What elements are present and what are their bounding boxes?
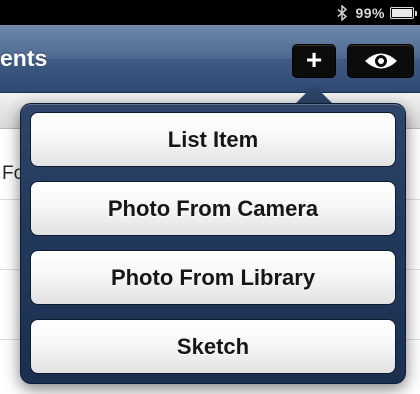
status-bar: 99% <box>0 0 420 25</box>
popover-arrow <box>296 85 332 103</box>
sketch-button[interactable]: Sketch <box>30 319 396 374</box>
nav-title: ents <box>0 45 48 71</box>
eye-icon <box>364 53 397 69</box>
battery-percentage: 99% <box>355 4 385 21</box>
view-button[interactable] <box>347 44 414 78</box>
list-item-button[interactable]: List Item <box>30 112 396 167</box>
plus-icon: + <box>305 44 323 75</box>
bluetooth-icon <box>337 4 348 21</box>
battery-level <box>392 8 412 17</box>
battery-icon <box>390 6 417 19</box>
photo-from-library-button[interactable]: Photo From Library <box>30 250 396 305</box>
add-button[interactable]: + <box>292 44 336 78</box>
add-item-popover: List Item Photo From Camera Photo From L… <box>20 103 406 384</box>
photo-from-camera-button[interactable]: Photo From Camera <box>30 181 396 236</box>
navigation-bar: ents + <box>0 25 420 93</box>
